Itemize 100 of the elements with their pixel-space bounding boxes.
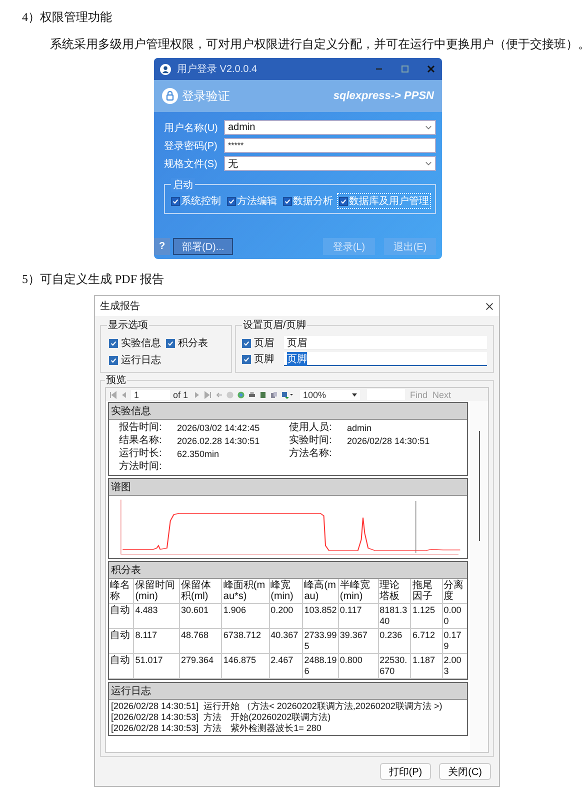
window-title: 生成报告	[100, 300, 140, 313]
log-message: 方法 紫外检测器波长1= 280	[204, 723, 322, 734]
info-value: admin	[347, 422, 372, 434]
zoom-dropdown[interactable]: 100%	[300, 390, 360, 400]
input-field[interactable]: 页脚	[284, 352, 487, 366]
column-header: 峰高(mau)	[302, 579, 338, 604]
checkbox[interactable]: 实验信息	[109, 336, 161, 350]
find-field[interactable]	[367, 389, 406, 400]
column-header: 保留时间(min)	[134, 579, 180, 604]
lock-icon	[162, 88, 178, 104]
table-cell: 279.364	[180, 654, 222, 678]
section-heading: 5）可自定义生成 PDF 报告	[21, 271, 166, 287]
group-title: 设置页眉/页脚	[242, 318, 307, 332]
checkmark-icon	[110, 356, 117, 364]
table-cell: 22530.670	[378, 654, 411, 678]
section-header: 积分表	[109, 562, 467, 579]
print-icon[interactable]	[248, 390, 256, 398]
checkmark-icon	[110, 340, 117, 346]
log-time: [2026/02/28 14:30:53]	[111, 712, 199, 723]
checkmark-icon	[243, 340, 250, 346]
table-cell: 0.117	[338, 604, 378, 628]
first-page-icon[interactable]	[109, 390, 117, 398]
table-cell: 0.236	[378, 628, 411, 654]
column-header: 峰宽(min)	[269, 579, 303, 604]
dropdown-field[interactable]: 无	[224, 156, 436, 171]
previous-page-icon[interactable]	[120, 390, 128, 398]
table-cell: 2488.196	[302, 654, 338, 678]
deploy-button[interactable]: 部署(D)...	[173, 238, 234, 255]
table-cell: 103.852	[302, 604, 338, 628]
chevron-icon	[425, 160, 432, 167]
info-label: 实验时间:	[289, 435, 333, 447]
table-cell: 1.906	[222, 604, 270, 628]
checkbox[interactable]: 积分表	[166, 336, 208, 350]
stop-icon[interactable]	[226, 390, 234, 398]
column-header: 保留体积(ml)	[180, 579, 222, 604]
input-field[interactable]: 页眉	[284, 336, 487, 350]
dialog-button[interactable]: 打印(P)	[380, 763, 432, 780]
table-cell: 自动	[109, 628, 134, 654]
refresh-icon[interactable]	[237, 390, 246, 398]
dropdown-field[interactable]: admin	[224, 120, 436, 135]
field-label: 登录密码(P)	[164, 140, 218, 152]
last-page-icon[interactable]	[204, 390, 212, 398]
column-header: 峰面积(mau*s)	[222, 579, 270, 604]
field-label: 用户名称(U)	[164, 122, 219, 134]
scrollbar[interactable]	[470, 401, 488, 752]
checkmark-icon	[284, 198, 291, 204]
group-title: 显示选项	[107, 318, 149, 332]
info-value: 2026/03/02 14:42:45	[177, 422, 260, 434]
group-title: 预览	[105, 374, 127, 387]
page-field[interactable]: 1	[131, 390, 170, 400]
table-cell: 30.601	[180, 604, 222, 628]
dialog-button[interactable]: 关闭(C)	[439, 763, 491, 780]
column-header: 峰名称	[109, 579, 134, 604]
group-title: 启动	[171, 178, 195, 192]
checkmark-icon	[228, 198, 235, 204]
info-value: 62.350min	[177, 448, 220, 460]
table-cell: 39.367	[338, 628, 378, 654]
window-title: 用户登录 V2.0.0.4	[177, 62, 258, 76]
back-icon[interactable]	[215, 390, 224, 398]
table-cell: 1.187	[410, 654, 442, 678]
info-label: 报告时间:	[119, 422, 163, 434]
page-layout-icon[interactable]	[259, 390, 268, 398]
info-value: 2026.02.28 14:30:51	[177, 435, 260, 447]
export-icon[interactable]	[281, 390, 294, 398]
field-label: 规格文件(S)	[164, 158, 218, 170]
section-heading: 4）权限管理功能	[21, 9, 113, 25]
checkbox[interactable]: 运行日志	[109, 353, 161, 367]
checkbox[interactable]: 页眉	[242, 336, 274, 350]
log-message: 方法 开始(20260202联调方法)	[204, 712, 331, 723]
page-setup-icon[interactable]	[270, 390, 278, 398]
checkbox[interactable]: 页脚	[242, 352, 274, 366]
table-cell: 6738.712	[222, 628, 270, 654]
next-page-icon[interactable]	[193, 390, 202, 398]
table-cell: 自动	[109, 604, 134, 628]
chevron-icon	[425, 124, 432, 131]
checkmark-icon	[340, 198, 347, 204]
table-cell: 51.017	[134, 654, 180, 678]
table-cell: 自动	[109, 654, 134, 678]
maximize-icon[interactable]	[400, 64, 410, 74]
info-value: 2026/02/28 14:30:51	[347, 435, 430, 447]
table-cell: 0.800	[338, 654, 378, 678]
table-cell: 48.768	[180, 628, 222, 654]
info-label: 使用人员:	[289, 422, 333, 434]
close-icon[interactable]	[485, 302, 494, 310]
info-label: 方法时间:	[119, 461, 163, 473]
user-icon	[160, 64, 171, 74]
table-cell: 146.875	[222, 654, 270, 678]
section-header: 实验信息	[109, 403, 467, 420]
column-header: 理论塔板	[378, 579, 411, 604]
table-cell: 0.200	[269, 604, 303, 628]
password-field[interactable]: *****	[224, 138, 436, 153]
table-cell: 2.003	[442, 654, 467, 678]
dialog-heading: 登录验证	[182, 88, 230, 104]
table-cell: 40.367	[269, 628, 303, 654]
info-label: 运行时长:	[119, 448, 163, 460]
log-message: 运行开始 （方法< 20260202联调方法,20260202联调方法 >)	[204, 701, 442, 712]
table-cell: 2733.995	[302, 628, 338, 654]
page-count: of 1	[173, 390, 188, 400]
column-header: 拖尾因子	[410, 579, 442, 604]
table-cell: 6.712	[410, 628, 442, 654]
